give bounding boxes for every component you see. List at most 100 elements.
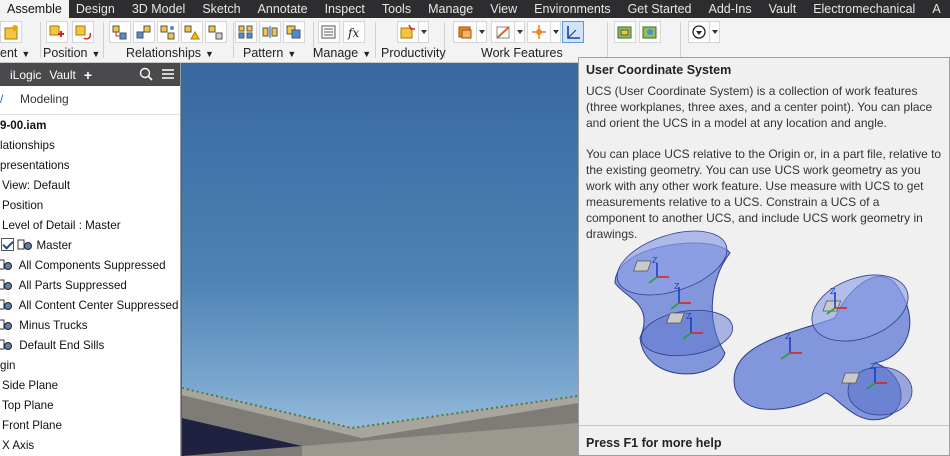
relationships-panel-label[interactable]: Relationships ▼ [126, 46, 214, 60]
lod-icon [0, 279, 12, 290]
tab-environments[interactable]: Environments [527, 0, 620, 18]
bill-of-materials-button[interactable] [318, 21, 340, 43]
lod-icon [0, 319, 12, 330]
joint-button[interactable] [133, 21, 155, 43]
active-checkbox[interactable] [1, 238, 14, 251]
position-panel-label[interactable]: Position ▼ [43, 46, 100, 60]
tree-lod-master-label: Master [36, 239, 72, 252]
more-dropdown[interactable] [710, 21, 720, 43]
work-axis-dropdown[interactable] [515, 21, 525, 43]
productivity-button[interactable] [397, 21, 419, 43]
hide-icon [208, 25, 223, 40]
show-icon [160, 25, 175, 40]
tree-lod-default-end-sills[interactable]: Default End Sills [0, 336, 180, 356]
tab-ilogic[interactable]: iLogic [10, 68, 41, 82]
ucs-icon [567, 26, 580, 39]
simplify-part-icon [642, 26, 657, 39]
help-hint: Press F1 for more help [586, 436, 722, 450]
tree-side-plane[interactable]: Side Plane [0, 376, 180, 396]
show-sick-button[interactable] [181, 21, 203, 43]
constrain-button[interactable] [109, 21, 131, 43]
view-divider: / [0, 92, 4, 106]
browser-view-selector[interactable]: / Modeling [0, 86, 180, 115]
show-constraints-button[interactable] [157, 21, 179, 43]
tree-top-plane[interactable]: Top Plane [0, 396, 180, 416]
lod-icon [17, 239, 33, 250]
tab-get-started[interactable]: Get Started [621, 0, 702, 18]
work-plane-dropdown[interactable] [477, 21, 487, 43]
tab-add-ins[interactable]: Add-Ins [702, 0, 762, 18]
work-axis-button[interactable] [491, 21, 515, 43]
tree-lod-minus-trucks[interactable]: Minus Trucks [0, 316, 180, 336]
work-point-button[interactable] [527, 21, 551, 43]
tree-lod-all-parts[interactable]: All Parts Suppressed [0, 276, 180, 296]
tab-vault[interactable]: Vault [762, 0, 807, 18]
simplify-button[interactable] [639, 21, 661, 43]
tree-lod-label: Default End Sills [19, 339, 105, 352]
tab-electromechanical[interactable]: Electromechanical [806, 0, 925, 18]
add-tab-button[interactable]: + [84, 67, 92, 83]
tab-3d-model[interactable]: 3D Model [125, 0, 196, 18]
more-button[interactable] [688, 21, 710, 43]
tab-manage[interactable]: Manage [421, 0, 483, 18]
manage-panel-label[interactable]: Manage ▼ [313, 46, 371, 60]
tree-root-assembly[interactable]: 9-00.iam [0, 116, 180, 136]
pattern-panel-label[interactable]: Pattern ▼ [243, 46, 296, 60]
search-icon[interactable] [139, 67, 153, 81]
graphics-viewport[interactable] [182, 63, 578, 456]
tree-lod-all-components[interactable]: All Components Suppressed [0, 256, 180, 276]
joint-icon [136, 25, 151, 39]
place-component-button[interactable] [0, 21, 22, 43]
constraint-icon [112, 25, 127, 40]
plane-icon [458, 26, 472, 39]
tree-representations[interactable]: presentations [0, 156, 180, 176]
tree-origin[interactable]: gin [0, 356, 180, 376]
tree-x-axis[interactable]: X Axis [0, 436, 180, 456]
bom-icon [321, 25, 336, 39]
work-features-panel-label[interactable]: Work Features [481, 46, 563, 60]
move-icon [49, 25, 64, 37]
productivity-dropdown[interactable] [419, 21, 429, 43]
tab-view[interactable]: View [483, 0, 527, 18]
tree-lod-master[interactable]: Master [0, 236, 180, 256]
copy-button[interactable] [283, 21, 305, 43]
tooltip-title: User Coordinate System [586, 63, 732, 77]
axis-label-z: Z [830, 287, 836, 296]
productivity-panel-label[interactable]: Productivity [381, 46, 446, 60]
tab-overflow[interactable]: A [925, 0, 950, 18]
rotate-component-button[interactable] [72, 21, 94, 43]
tree-level-of-detail[interactable]: Level of Detail : Master [0, 216, 180, 236]
tree-front-plane[interactable]: Front Plane [0, 416, 180, 436]
tab-design[interactable]: Design [69, 0, 125, 18]
chevron-down-icon [552, 30, 559, 34]
tab-inspect[interactable]: Inspect [318, 0, 375, 18]
tab-vault-browser[interactable]: Vault [49, 68, 75, 82]
axis-label-z: Z [785, 332, 791, 341]
tree-lod-all-content-center[interactable]: All Content Center Suppressed [0, 296, 180, 316]
svg-text:fx: fx [347, 26, 359, 40]
work-plane-button[interactable] [453, 21, 477, 43]
mirror-button[interactable] [259, 21, 281, 43]
menu-icon[interactable] [161, 67, 175, 81]
tab-sketch[interactable]: Sketch [195, 0, 250, 18]
tab-annotate[interactable]: Annotate [251, 0, 318, 18]
tree-position[interactable]: Position [0, 196, 180, 216]
copy-icon [286, 25, 301, 39]
tree-relationships[interactable]: lationships [0, 136, 180, 156]
tab-assemble[interactable]: Assemble [0, 0, 69, 18]
hide-all-button[interactable] [205, 21, 227, 43]
parameters-button[interactable]: fx [343, 21, 365, 43]
move-component-button[interactable] [46, 21, 68, 43]
tree-view-default[interactable]: View: Default [0, 176, 180, 196]
work-point-dropdown[interactable] [551, 21, 561, 43]
shrinkwrap-button[interactable] [614, 21, 636, 43]
axis-label-z: Z [652, 256, 658, 265]
model-geometry [182, 387, 578, 456]
ucs-button[interactable] [562, 21, 584, 43]
tab-tools[interactable]: Tools [375, 0, 421, 18]
axis-icon [496, 26, 510, 39]
pattern-button[interactable] [235, 21, 257, 43]
ribbon-tab-bar: Assemble Design 3D Model Sketch Annotate… [0, 0, 950, 18]
component-panel-label[interactable]: ent ▼ [0, 46, 30, 60]
chevron-down-icon [711, 30, 718, 34]
